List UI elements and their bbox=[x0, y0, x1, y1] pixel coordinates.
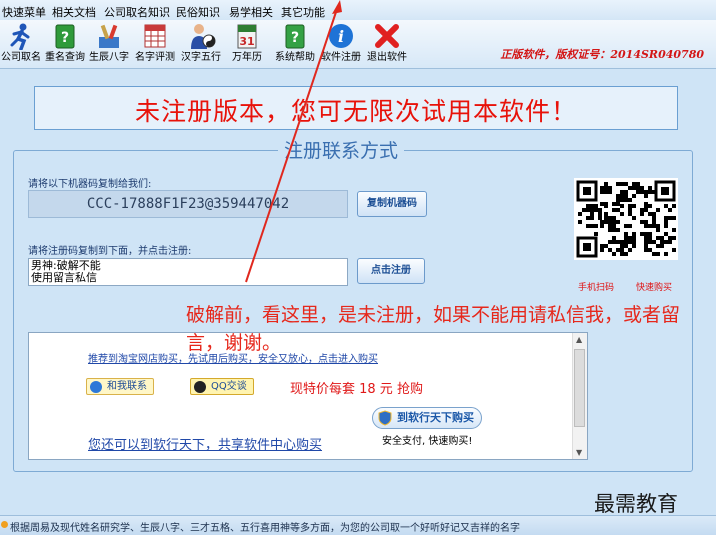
svg-text:31: 31 bbox=[239, 35, 254, 48]
toolbar-help-button[interactable]: ? 系统帮助 bbox=[272, 22, 318, 66]
toolbar-exit-button[interactable]: 退出软件 bbox=[364, 22, 410, 66]
crack-notice-overlay: 破解前，看这里，是未注册，如果不能用请私信我，或者留言，谢谢。 bbox=[186, 304, 681, 354]
scroll-down-icon[interactable]: ▼ bbox=[576, 448, 582, 457]
status-bar: 根据周易及现代姓名研究学、生辰八字、三才五格、五行喜用神等多方面，为您的公司取一… bbox=[0, 515, 716, 535]
qq-penguin-icon bbox=[194, 381, 206, 393]
buy-at-ruanxing-button[interactable]: 到软行天下购买 bbox=[372, 407, 482, 429]
qq-chat-label: QQ交谈 bbox=[211, 381, 247, 392]
toolbar-label: 生辰八字 bbox=[89, 52, 129, 63]
red-x-icon bbox=[375, 24, 399, 48]
menu-quick[interactable]: 快速菜单 bbox=[2, 4, 46, 20]
toolbar-label: 万年历 bbox=[232, 52, 262, 63]
group-title: 注册联系方式 bbox=[278, 136, 405, 163]
banner-text: 未注册版本，您可无限次试用本软件！ bbox=[134, 97, 577, 126]
tools-icon bbox=[99, 24, 119, 48]
toolbar-name-query-button[interactable]: ? 重名查询 bbox=[42, 22, 88, 66]
toolbar-label: 名字评测 bbox=[135, 52, 175, 63]
unregistered-banner: 未注册版本，您可无限次试用本软件！ bbox=[34, 86, 678, 130]
toolbar-calendar-button[interactable]: 31 万年历 bbox=[224, 22, 270, 66]
chat-icon bbox=[90, 381, 102, 393]
toolbar-hanzi-wuxing-button[interactable]: 汉字五行 bbox=[178, 22, 224, 66]
toolbar: 公司取名 ? 重名查询 生辰八字 名字评测 汉字五行 31 万年历 ? 系统帮助… bbox=[0, 20, 716, 69]
toolbar-label: 系统帮助 bbox=[275, 52, 315, 63]
toolbar-register-button[interactable]: i 软件注册 bbox=[318, 22, 364, 66]
svg-text:?: ? bbox=[291, 30, 299, 46]
register-code-label: 请将注册码复制到下面，并点击注册: bbox=[28, 246, 192, 257]
register-code-input[interactable]: 男神:破解不能 使用留言私信 bbox=[28, 258, 348, 286]
copy-machine-code-button[interactable]: 复制机器码 bbox=[357, 191, 427, 217]
menu-bar: 快速菜单 相关文档 公司取名知识 民俗知识 易学相关 其它功能 bbox=[0, 0, 716, 21]
toolbar-label: 重名查询 bbox=[45, 52, 85, 63]
toolbar-name-eval-button[interactable]: 名字评测 bbox=[132, 22, 178, 66]
contact-me-button[interactable]: 和我联系 bbox=[86, 378, 154, 395]
green-book-question-icon: ? bbox=[55, 24, 75, 49]
green-help-book-icon: ? bbox=[285, 24, 305, 49]
machine-code-field[interactable]: CCC-17888F1F23@359447042 bbox=[28, 190, 348, 218]
svg-text:i: i bbox=[338, 27, 344, 46]
qr-right-label: 快速购买 bbox=[636, 283, 673, 293]
contact-me-label: 和我联系 bbox=[107, 381, 147, 392]
qq-chat-button[interactable]: QQ交谈 bbox=[190, 378, 254, 395]
register-code-value: 男神:破解不能 使用留言私信 bbox=[31, 259, 101, 284]
toolbar-label: 软件注册 bbox=[321, 52, 361, 63]
person-bagua-icon bbox=[191, 24, 216, 49]
toolbar-label: 公司取名 bbox=[1, 52, 41, 63]
toolbar-label: 汉字五行 bbox=[181, 52, 221, 63]
menu-docs[interactable]: 相关文档 bbox=[52, 4, 96, 20]
ruanxing-center-link[interactable]: 您还可以到软行天下，共享软件中心购买 bbox=[88, 434, 322, 453]
register-button[interactable]: 点击注册 bbox=[357, 258, 425, 284]
qr-left-label: 手机扫码 bbox=[578, 283, 615, 293]
buy-button-label: 到软行天下购买 bbox=[397, 411, 474, 424]
machine-code-label: 请将以下机器码复制给我们: bbox=[28, 179, 152, 190]
price-text: 现特价每套 18 元 抢购 bbox=[290, 382, 423, 397]
runner-icon bbox=[10, 23, 30, 50]
toolbar-company-naming-button[interactable]: 公司取名 bbox=[0, 22, 44, 66]
toolbar-label: 退出软件 bbox=[367, 52, 407, 63]
status-dot-icon bbox=[1, 521, 8, 528]
menu-yixue[interactable]: 易学相关 bbox=[229, 4, 273, 20]
shield-icon bbox=[378, 410, 392, 426]
menu-company-naming[interactable]: 公司取名知识 bbox=[104, 4, 170, 20]
info-icon: i bbox=[329, 24, 353, 48]
buy-subtitle: 安全支付, 快速购买! bbox=[382, 436, 473, 447]
brand-watermark: 最需教育 bbox=[594, 492, 678, 516]
menu-other[interactable]: 其它功能 bbox=[281, 4, 325, 20]
menu-folk[interactable]: 民俗知识 bbox=[176, 4, 220, 20]
svg-text:?: ? bbox=[61, 30, 69, 46]
copyright-slogan: 正版软件，版权证号：2014SR040780 bbox=[500, 48, 704, 61]
status-text: 根据周易及现代姓名研究学、生辰八字、三才五格、五行喜用神等多方面，为您的公司取一… bbox=[10, 523, 520, 534]
calendar-grid-icon bbox=[144, 24, 166, 48]
scroll-thumb[interactable] bbox=[574, 349, 585, 427]
toolbar-bazi-button[interactable]: 生辰八字 bbox=[86, 22, 132, 66]
qr-code-icon bbox=[574, 178, 678, 260]
calendar-page-icon: 31 bbox=[237, 24, 257, 49]
